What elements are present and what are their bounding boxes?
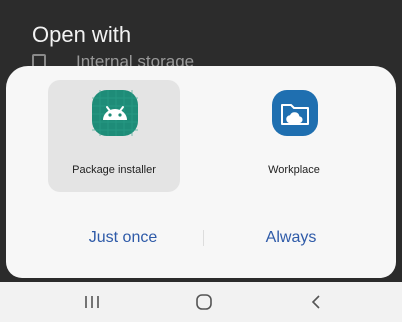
just-once-button[interactable]: Just once: [48, 226, 198, 250]
app-option-workplace[interactable]: Workplace: [228, 80, 360, 192]
app-label: Package installer: [72, 164, 156, 176]
folder-cloud-icon: [272, 90, 318, 136]
recents-icon[interactable]: [74, 290, 110, 314]
always-button[interactable]: Always: [216, 226, 366, 250]
app-label: Workplace: [268, 164, 320, 176]
navigation-bar: [0, 282, 402, 322]
android-icon: [92, 90, 138, 136]
open-with-sheet: Package installer Workplace Just once Al…: [6, 66, 396, 278]
home-icon[interactable]: [186, 290, 222, 314]
back-icon[interactable]: [298, 290, 334, 314]
dialog-title: Open with: [32, 22, 132, 47]
action-divider: [203, 230, 204, 246]
app-option-package-installer[interactable]: Package installer: [48, 80, 180, 192]
